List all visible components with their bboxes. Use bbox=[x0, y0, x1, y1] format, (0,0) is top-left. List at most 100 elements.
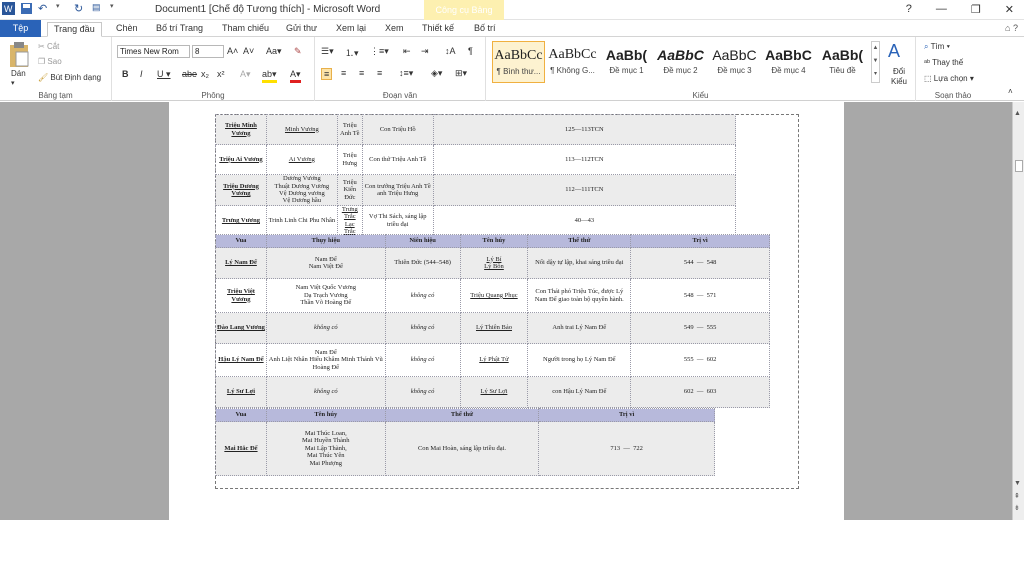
collapse-ribbon-icon[interactable]: ˄ bbox=[1008, 87, 1013, 96]
table-cell[interactable]: Dương Vương Thuật Dương Vương Vệ Dương vươ… bbox=[265, 174, 338, 206]
bullets-icon[interactable]: ☰▾ bbox=[321, 46, 334, 57]
table-cell[interactable]: Lý Sư Lợi bbox=[459, 376, 529, 408]
table-cell[interactable]: Nam Đế Nam Việt Đế bbox=[265, 247, 386, 279]
reign-cell[interactable]: 549 — 555 bbox=[630, 312, 770, 344]
print-preview-icon[interactable]: ▤ bbox=[92, 2, 105, 15]
table-dynasty-ly[interactable]: Vua Thụy hiệu Niên hiệu Tên húy Thế thứ … bbox=[215, 234, 770, 408]
superscript-icon[interactable]: x² bbox=[217, 69, 225, 79]
font-name-select[interactable]: Times New Rom bbox=[117, 45, 190, 58]
column-header[interactable]: Trị vì bbox=[538, 408, 715, 422]
tab-insert[interactable]: Chèn bbox=[116, 22, 138, 37]
grow-font-icon[interactable]: A˄ bbox=[227, 46, 238, 56]
table-cell[interactable]: không có bbox=[265, 312, 386, 344]
customize-qat-icon[interactable]: ▾ bbox=[110, 2, 123, 15]
bold-icon[interactable]: B bbox=[122, 69, 129, 79]
paste-icon[interactable] bbox=[8, 42, 30, 68]
subscript-icon[interactable]: x₂ bbox=[201, 69, 209, 79]
justify-icon[interactable]: ≡ bbox=[377, 68, 382, 78]
change-styles-button[interactable]: Đổi Kiểu bbox=[889, 67, 909, 87]
highlight-icon[interactable]: ab▾ bbox=[262, 69, 277, 83]
column-header[interactable]: Trị vì bbox=[630, 234, 770, 248]
column-header[interactable]: Tên húy bbox=[265, 408, 386, 422]
table-cell[interactable]: không có bbox=[384, 312, 461, 344]
font-color-icon[interactable]: A▾ bbox=[290, 69, 301, 83]
reign-cell[interactable]: 602 — 603 bbox=[630, 376, 770, 408]
restore-icon[interactable]: ❐ bbox=[971, 3, 981, 16]
table-cell[interactable]: Anh trai Lý Nam Đế bbox=[527, 312, 632, 344]
column-header[interactable]: Vua bbox=[215, 234, 267, 248]
table-cell[interactable]: Triệu Quang Phục bbox=[459, 278, 529, 313]
scrollbar-thumb[interactable] bbox=[1015, 160, 1023, 172]
table-cell[interactable]: Hậu Lý Nam Đế bbox=[215, 343, 267, 377]
styles-scroll[interactable]: ▲ ▼ ▾ bbox=[871, 41, 880, 83]
table-dynasty-trieu[interactable]: Triệu Minh Vương Minh Vương Triệu Anh Tề… bbox=[215, 114, 737, 237]
table-cell[interactable]: Triệu Minh Vương bbox=[215, 114, 267, 145]
save-icon[interactable] bbox=[20, 2, 33, 15]
style-heading-3[interactable]: AaBbC Đề mục 3 bbox=[708, 41, 761, 83]
change-case-icon[interactable]: Aa▾ bbox=[266, 46, 282, 57]
table-cell[interactable]: Mai Hắc Đế bbox=[215, 421, 267, 476]
align-left-icon[interactable]: ≡ bbox=[321, 68, 333, 80]
reign-cell[interactable]: 544 — 548 bbox=[630, 247, 770, 279]
table-cell[interactable]: Người trong họ Lý Nam Đế bbox=[527, 343, 632, 377]
multilevel-list-icon[interactable]: ⋮≡▾ bbox=[370, 46, 389, 57]
italic-icon[interactable]: I bbox=[140, 69, 143, 79]
table-cell[interactable]: Vợ Thi Sách, sáng lập triều đại bbox=[361, 205, 434, 237]
close-icon[interactable]: ✕ bbox=[1005, 3, 1014, 16]
table-cell[interactable]: Con trưởng Triệu Anh Tề anh Triệu Hưng bbox=[361, 174, 434, 206]
numbering-icon[interactable]: ⒈▾ bbox=[345, 46, 359, 59]
table-cell[interactable]: 113—112TCN bbox=[432, 144, 737, 175]
minimize-icon[interactable]: — bbox=[936, 3, 947, 16]
borders-icon[interactable]: ⊞▾ bbox=[455, 68, 467, 79]
paste-button[interactable]: Dán bbox=[11, 69, 26, 78]
clear-formatting-icon[interactable]: ✎ bbox=[294, 46, 302, 57]
table-cell[interactable]: Con Triệu Hồ bbox=[361, 114, 434, 145]
table-cell[interactable]: Lý Bí Lý Bôn bbox=[459, 247, 529, 279]
change-styles-icon[interactable]: A bbox=[888, 41, 900, 62]
tab-file[interactable]: Tệp bbox=[0, 20, 41, 37]
line-spacing-icon[interactable]: ↕≡▾ bbox=[399, 68, 413, 79]
redo-icon[interactable]: ↻ bbox=[74, 2, 87, 15]
previous-page-icon[interactable]: ⇞ bbox=[1014, 492, 1020, 500]
table-cell[interactable]: 40—43 bbox=[432, 205, 737, 237]
table-cell[interactable]: không có bbox=[384, 376, 461, 408]
table-cell[interactable]: Ai Vương bbox=[265, 144, 338, 175]
show-formatting-icon[interactable]: ¶ bbox=[468, 46, 473, 56]
table-cell[interactable]: không có bbox=[265, 376, 386, 408]
dropdown-icon[interactable]: ▾ bbox=[56, 2, 69, 15]
replace-button[interactable]: ᵃᵇ Thay thế bbox=[924, 58, 963, 67]
tab-page-layout[interactable]: Bố trí Trang bbox=[156, 22, 203, 37]
scroll-down-icon[interactable]: ▼ bbox=[1014, 480, 1021, 487]
table-cell[interactable]: Triệu Dương Vương bbox=[215, 174, 267, 206]
cut-button[interactable]: ✂ Cắt bbox=[38, 42, 59, 51]
undo-icon[interactable]: ↶ bbox=[38, 2, 51, 15]
table-cell[interactable]: Nam Việt Quốc Vương Dạ Trạch Vương Thần Võ… bbox=[265, 278, 386, 313]
column-header[interactable]: Thế thứ bbox=[384, 408, 540, 422]
table-cell[interactable]: Mai Thúc Loan, Mai Huyền Thành Mai Lập Thà… bbox=[265, 421, 386, 476]
font-size-select[interactable]: 8 bbox=[192, 45, 224, 58]
table-cell[interactable]: Lý Sư Lợi bbox=[215, 376, 267, 408]
table-cell[interactable]: Con thứ Triệu Anh Tề bbox=[361, 144, 434, 175]
tab-view[interactable]: Xem bbox=[385, 22, 404, 37]
sort-icon[interactable]: ↕A bbox=[445, 46, 456, 56]
table-cell[interactable]: không có bbox=[384, 343, 461, 377]
table-cell[interactable]: không có bbox=[384, 278, 461, 313]
format-painter-button[interactable]: 🖌 Bút Định dạng bbox=[38, 73, 101, 82]
table-cell[interactable]: Triệu Hưng bbox=[336, 144, 363, 175]
copy-button[interactable]: ❐ Sao bbox=[38, 57, 62, 66]
table-cell[interactable]: Triệu Việt Vương bbox=[215, 278, 267, 313]
table-dynasty-mai[interactable]: Vua Tên húy Thế thứ Trị vì Mai Hắc Đế Ma… bbox=[215, 408, 715, 476]
paste-dropdown-icon[interactable]: ▾ bbox=[11, 79, 15, 87]
table-cell[interactable]: Thiên Đức (544–548) bbox=[384, 247, 461, 279]
table-cell[interactable]: 125—113TCN bbox=[432, 114, 737, 145]
table-cell[interactable]: con Hậu Lý Nam Đế bbox=[527, 376, 632, 408]
tab-layout[interactable]: Bố trí bbox=[474, 22, 496, 37]
reign-cell[interactable]: 713 — 722 bbox=[538, 421, 715, 476]
table-cell[interactable]: Minh Vương bbox=[265, 114, 338, 145]
table-cell[interactable]: Lý Thiên Bảo bbox=[459, 312, 529, 344]
style-title[interactable]: AaBb(Tiêu đề bbox=[816, 41, 869, 83]
help-icon[interactable]: ? bbox=[906, 3, 912, 16]
tab-review[interactable]: Xem lại bbox=[336, 22, 366, 37]
decrease-indent-icon[interactable]: ⇤ bbox=[403, 46, 411, 57]
strikethrough-icon[interactable]: abe bbox=[182, 69, 197, 79]
